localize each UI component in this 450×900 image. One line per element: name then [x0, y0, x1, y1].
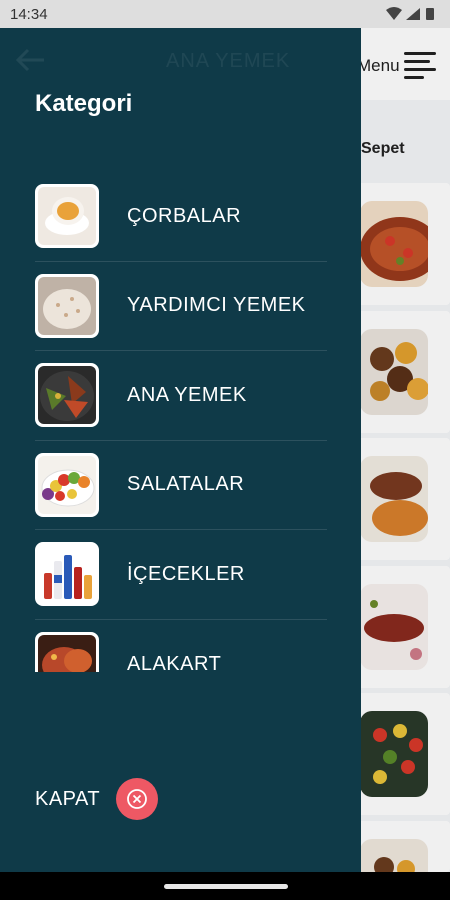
- home-gesture-handle[interactable]: [164, 884, 288, 889]
- category-item-ana-yemek[interactable]: ANA YEMEK: [35, 351, 327, 441]
- alakart-thumbnail: [35, 632, 99, 672]
- category-label: YARDIMCI YEMEK: [127, 294, 306, 317]
- category-item-corbalar[interactable]: ÇORBALAR: [35, 172, 327, 262]
- salad-thumbnail: [35, 452, 99, 517]
- category-label: ÇORBALAR: [127, 204, 242, 227]
- category-list: ÇORBALAR YARDIMCI YEMEK ANA YEMEK SALATA…: [35, 172, 327, 672]
- battery-icon: [426, 8, 434, 20]
- category-item-salatalar[interactable]: SALATALAR: [35, 441, 327, 530]
- close-label[interactable]: KAPAT: [35, 788, 100, 811]
- category-item-yardimci-yemek[interactable]: YARDIMCI YEMEK: [35, 262, 327, 351]
- category-label: SALATALAR: [127, 473, 245, 496]
- category-label: ANA YEMEK: [127, 383, 247, 406]
- category-item-icecekler[interactable]: İÇECEKLER: [35, 530, 327, 620]
- category-drawer: ANA YEMEK Kategori ÇORBALAR YARDIMCI YEM…: [0, 28, 361, 872]
- close-icon: [127, 789, 148, 809]
- soup-thumbnail: [35, 184, 99, 249]
- signal-icon: [406, 8, 420, 20]
- drawer-scrim[interactable]: [361, 28, 450, 872]
- drawer-title: Kategori: [35, 90, 133, 117]
- rice-thumbnail: [35, 273, 99, 338]
- back-arrow-icon: [16, 48, 44, 72]
- category-label: İÇECEKLER: [127, 562, 245, 585]
- page-title-ghost: ANA YEMEK: [166, 50, 291, 72]
- wifi-icon: [386, 7, 402, 20]
- system-nav-bar: [0, 872, 450, 900]
- status-bar: 14:34: [0, 0, 450, 28]
- status-icons: [384, 6, 438, 27]
- close-button[interactable]: [116, 778, 159, 820]
- category-item-alakart[interactable]: ALAKART: [35, 620, 327, 672]
- status-time: 14:34: [10, 6, 48, 23]
- drinks-thumbnail: [35, 542, 99, 607]
- category-label: ALAKART: [127, 652, 222, 672]
- main-dish-thumbnail: [35, 363, 99, 428]
- close-drawer-row[interactable]: KAPAT: [35, 778, 159, 820]
